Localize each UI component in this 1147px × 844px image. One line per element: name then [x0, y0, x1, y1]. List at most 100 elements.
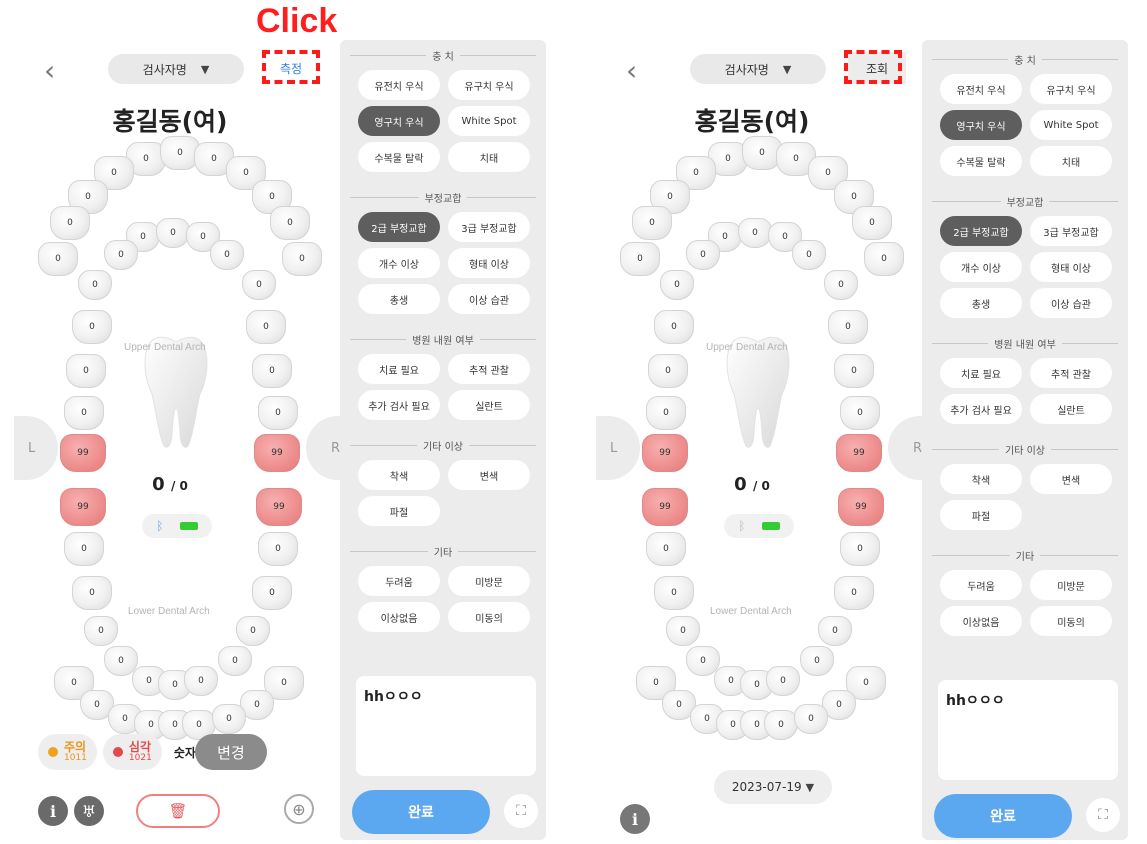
tooth[interactable]: 0 — [794, 704, 828, 734]
tooth[interactable]: 0 — [686, 240, 720, 270]
tooth[interactable]: 0 — [632, 206, 672, 240]
legend-severe[interactable]: 심각 1021 — [102, 734, 162, 770]
tooth[interactable]: 99 — [642, 488, 688, 526]
tooth-icon[interactable]: ♅ — [74, 796, 104, 826]
info-icon[interactable]: i — [38, 796, 68, 826]
option-button[interactable]: 치태 — [448, 142, 530, 172]
option-button[interactable]: 유구치 우식 — [1030, 74, 1112, 104]
tooth[interactable]: 99 — [836, 434, 882, 472]
option-button[interactable]: 추가 검사 필요 — [358, 390, 440, 420]
tooth[interactable]: 0 — [218, 646, 252, 676]
info-icon[interactable]: i — [620, 804, 650, 834]
tooth[interactable]: 0 — [620, 242, 660, 276]
option-button[interactable]: 총생 — [940, 288, 1022, 318]
tooth[interactable]: 0 — [242, 270, 276, 300]
tooth[interactable]: 0 — [648, 354, 688, 388]
tooth[interactable]: 99 — [838, 488, 884, 526]
tooth[interactable]: 0 — [252, 576, 292, 610]
option-button[interactable]: 이상없음 — [358, 602, 440, 632]
option-button[interactable]: 미방문 — [448, 566, 530, 596]
tooth[interactable]: 0 — [64, 396, 104, 430]
option-button[interactable]: 변색 — [448, 460, 530, 490]
done-button[interactable]: 완료 — [934, 794, 1072, 838]
tooth[interactable]: 0 — [766, 666, 800, 696]
tooth[interactable]: 0 — [792, 240, 826, 270]
option-button[interactable]: 추적 관찰 — [1030, 358, 1112, 388]
option-button[interactable]: 두려움 — [940, 570, 1022, 600]
option-button[interactable]: 유전치 우식 — [940, 74, 1022, 104]
trash-icon[interactable]: 🗑 — [136, 794, 220, 828]
option-button[interactable]: 착색 — [358, 460, 440, 490]
tooth[interactable]: 0 — [72, 576, 112, 610]
tooth[interactable]: 0 — [38, 242, 78, 276]
memo-field[interactable]: hhㅇㅇㅇ — [938, 680, 1118, 780]
tooth[interactable]: 0 — [834, 576, 874, 610]
tooth[interactable]: 0 — [654, 576, 694, 610]
scan-icon[interactable]: ⛶ — [1086, 798, 1120, 832]
option-button[interactable]: 미동의 — [448, 602, 530, 632]
option-button[interactable]: 3급 부정교합 — [448, 212, 530, 242]
option-button[interactable]: 이상 습관 — [1030, 288, 1112, 318]
option-button[interactable]: 영구치 우식 — [940, 110, 1022, 140]
tooth[interactable]: 0 — [282, 242, 322, 276]
option-button[interactable]: 두려움 — [358, 566, 440, 596]
option-button[interactable]: 치료 필요 — [358, 354, 440, 384]
option-button[interactable]: 파절 — [358, 496, 440, 526]
tooth[interactable]: 0 — [738, 218, 772, 248]
option-button[interactable]: 이상없음 — [940, 606, 1022, 636]
tooth[interactable]: 0 — [824, 270, 858, 300]
option-button[interactable]: 추적 관찰 — [448, 354, 530, 384]
legend-caution[interactable]: 주의 1011 — [38, 734, 97, 770]
tooth[interactable]: 0 — [834, 354, 874, 388]
tooth[interactable]: 0 — [660, 270, 694, 300]
tooth[interactable]: 0 — [104, 240, 138, 270]
tooth[interactable]: 0 — [210, 240, 244, 270]
tooth[interactable]: 0 — [212, 704, 246, 734]
option-button[interactable]: 변색 — [1030, 464, 1112, 494]
option-button[interactable]: 미방문 — [1030, 570, 1112, 600]
option-button[interactable]: 유구치 우식 — [448, 70, 530, 100]
option-button[interactable]: 수복물 탈락 — [358, 142, 440, 172]
option-button[interactable]: 형태 이상 — [448, 248, 530, 278]
tooth[interactable]: 0 — [840, 396, 880, 430]
tooth[interactable]: 99 — [256, 488, 302, 526]
option-button[interactable]: White Spot — [1030, 110, 1112, 140]
tooth[interactable]: 99 — [60, 434, 106, 472]
option-button[interactable]: White Spot — [448, 106, 530, 136]
tooth[interactable]: 0 — [828, 310, 868, 344]
done-button[interactable]: 완료 — [352, 790, 490, 834]
tooth[interactable]: 0 — [666, 616, 700, 646]
tooth[interactable]: 0 — [156, 218, 190, 248]
option-button[interactable]: 치태 — [1030, 146, 1112, 176]
tooth[interactable]: 0 — [236, 616, 270, 646]
option-button[interactable]: 치료 필요 — [940, 358, 1022, 388]
tooth[interactable]: 0 — [50, 206, 90, 240]
option-button[interactable]: 2급 부정교합 — [940, 216, 1022, 246]
tooth[interactable]: 0 — [654, 310, 694, 344]
tooth[interactable]: 0 — [258, 396, 298, 430]
tooth[interactable]: 0 — [646, 532, 686, 566]
tooth[interactable]: 99 — [254, 434, 300, 472]
tooth[interactable]: 99 — [60, 488, 106, 526]
tooth[interactable]: 0 — [184, 666, 218, 696]
option-button[interactable]: 2급 부정교합 — [358, 212, 440, 242]
option-button[interactable]: 착색 — [940, 464, 1022, 494]
option-button[interactable]: 3급 부정교합 — [1030, 216, 1112, 246]
option-button[interactable]: 형태 이상 — [1030, 252, 1112, 282]
tooth[interactable]: 99 — [642, 434, 688, 472]
option-button[interactable]: 실란트 — [448, 390, 530, 420]
option-button[interactable]: 미동의 — [1030, 606, 1112, 636]
option-button[interactable]: 개수 이상 — [940, 252, 1022, 282]
back-button[interactable]: ‹ — [626, 54, 637, 87]
option-button[interactable]: 총생 — [358, 284, 440, 314]
tooth[interactable]: 0 — [800, 646, 834, 676]
tooth[interactable]: 0 — [852, 206, 892, 240]
memo-field[interactable]: hhㅇㅇㅇ — [356, 676, 536, 776]
tooth[interactable]: 0 — [246, 310, 286, 344]
change-button[interactable]: 변경 — [194, 734, 267, 770]
option-button[interactable]: 실란트 — [1030, 394, 1112, 424]
tooth[interactable]: 0 — [258, 532, 298, 566]
tooth[interactable]: 0 — [270, 206, 310, 240]
tooth[interactable]: 0 — [818, 616, 852, 646]
option-button[interactable]: 개수 이상 — [358, 248, 440, 278]
